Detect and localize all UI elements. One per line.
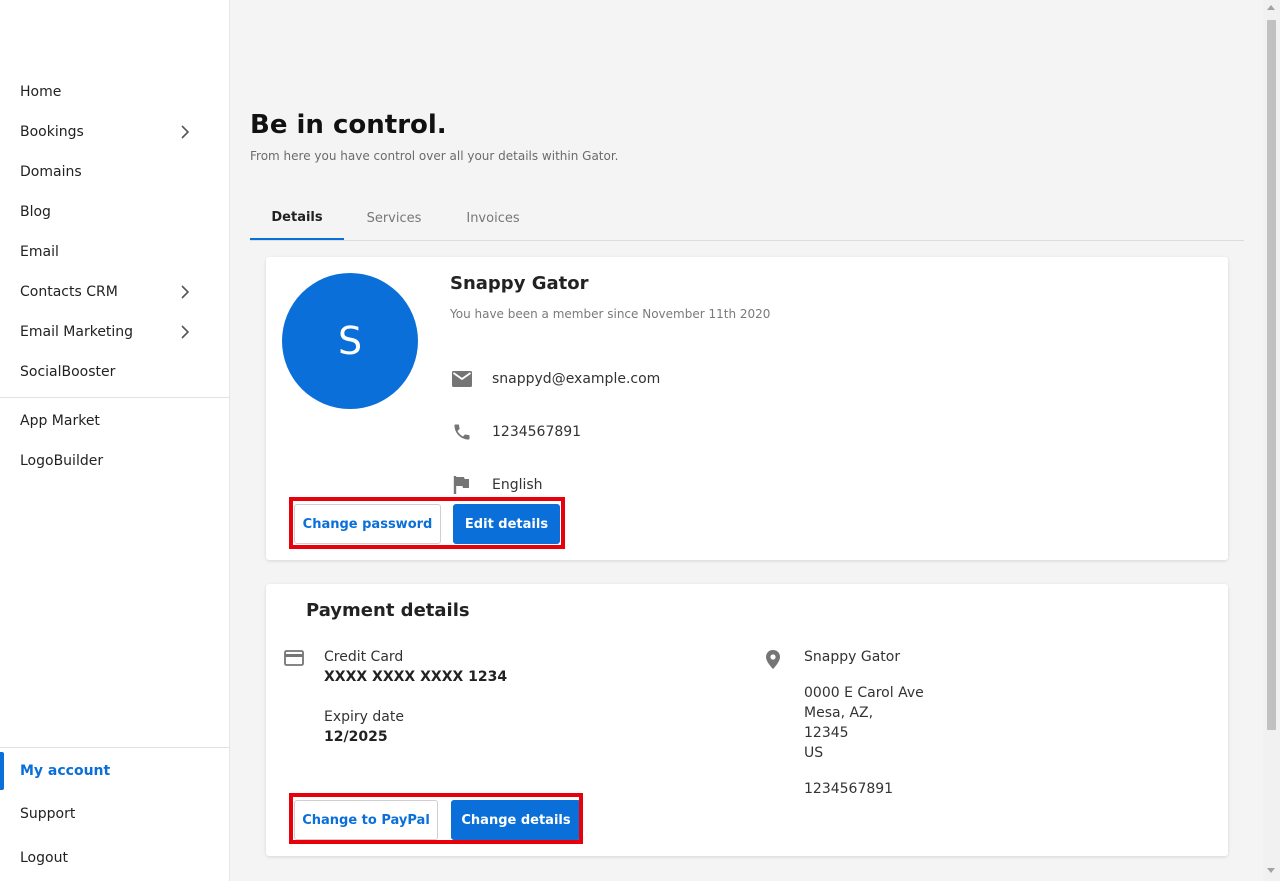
billing-phone: 1234567891 [804,781,894,797]
scrollbar[interactable] [1263,0,1280,881]
sidebar-item-label: Blog [20,204,51,220]
sidebar-item-label: My account [20,763,111,779]
member-since: You have been a member since November 11… [450,307,771,321]
page-subtitle: From here you have control over all your… [250,149,619,163]
highlight-box [289,497,565,549]
credit-card-icon [284,650,304,670]
sidebar-divider [0,397,230,398]
billing-name: Snappy Gator [804,649,901,665]
sidebar-item-label: Bookings [20,124,84,140]
sidebar-item-my-account[interactable]: My account [0,750,230,792]
address-line: Mesa, AZ, [804,705,874,721]
flag-icon [450,473,474,497]
scrollbar-thumb[interactable] [1267,20,1276,730]
payment-method-label: Credit Card [324,649,404,665]
location-pin-icon [765,649,781,674]
profile-phone: 1234567891 [492,424,582,440]
payment-title: Payment details [306,600,470,621]
phone-row: 1234567891 [450,420,581,444]
sidebar-item-logout[interactable]: Logout [0,838,230,878]
sidebar-item-label: Home [20,84,62,100]
address-line: US [804,745,824,761]
scroll-up-icon[interactable] [1267,5,1275,10]
chevron-right-icon [181,125,190,139]
expiry-label: Expiry date [324,709,404,725]
sidebar-item-contacts-crm[interactable]: Contacts CRM [0,272,230,312]
sidebar-item-email[interactable]: Email [0,232,230,272]
sidebar-item-socialbooster[interactable]: SocialBooster [0,352,230,392]
sidebar-item-label: Email [20,244,59,260]
tab-bar: Details Services Invoices [250,196,1244,241]
sidebar-item-label: SocialBooster [20,364,116,380]
sidebar-item-label: Support [20,806,76,822]
chevron-right-icon [181,285,190,299]
sidebar-item-home[interactable]: Home [0,72,230,112]
scroll-down-icon[interactable] [1267,868,1275,873]
profile-name: Snappy Gator [450,273,589,294]
sidebar-item-label: Email Marketing [20,324,134,340]
sidebar-item-support[interactable]: Support [0,794,230,834]
tab-details[interactable]: Details [250,196,344,240]
language-row: English [450,473,543,497]
avatar: S [282,273,418,409]
sidebar-item-label: Domains [20,164,82,180]
sidebar-item-bookings[interactable]: Bookings [0,112,230,152]
sidebar-item-app-market[interactable]: App Market [0,401,230,441]
sidebar-item-label: Contacts CRM [20,284,118,300]
tab-services[interactable]: Services [356,196,432,240]
sidebar: Home Bookings Domains Blog Email Contact… [0,0,230,881]
profile-language: English [492,477,543,493]
tab-invoices[interactable]: Invoices [458,196,528,240]
page-title: Be in control. [250,110,447,140]
address-line: 12345 [804,725,849,741]
email-row: snappyd@example.com [450,367,660,391]
sidebar-item-logobuilder[interactable]: LogoBuilder [0,441,230,481]
sidebar-item-email-marketing[interactable]: Email Marketing [0,312,230,352]
sidebar-item-blog[interactable]: Blog [0,192,230,232]
phone-icon [450,420,474,444]
card-number: XXXX XXXX XXXX 1234 [324,669,508,685]
expiry-value: 12/2025 [324,729,388,745]
sidebar-item-label: Logout [20,850,68,866]
highlight-box [289,793,583,844]
sidebar-item-label: App Market [20,413,100,429]
mail-icon [450,367,474,391]
address-line: 0000 E Carol Ave [804,685,924,701]
chevron-right-icon [181,325,190,339]
sidebar-item-domains[interactable]: Domains [0,152,230,192]
sidebar-item-label: LogoBuilder [20,453,104,469]
profile-email: snappyd@example.com [492,371,661,387]
sidebar-divider [0,747,230,748]
